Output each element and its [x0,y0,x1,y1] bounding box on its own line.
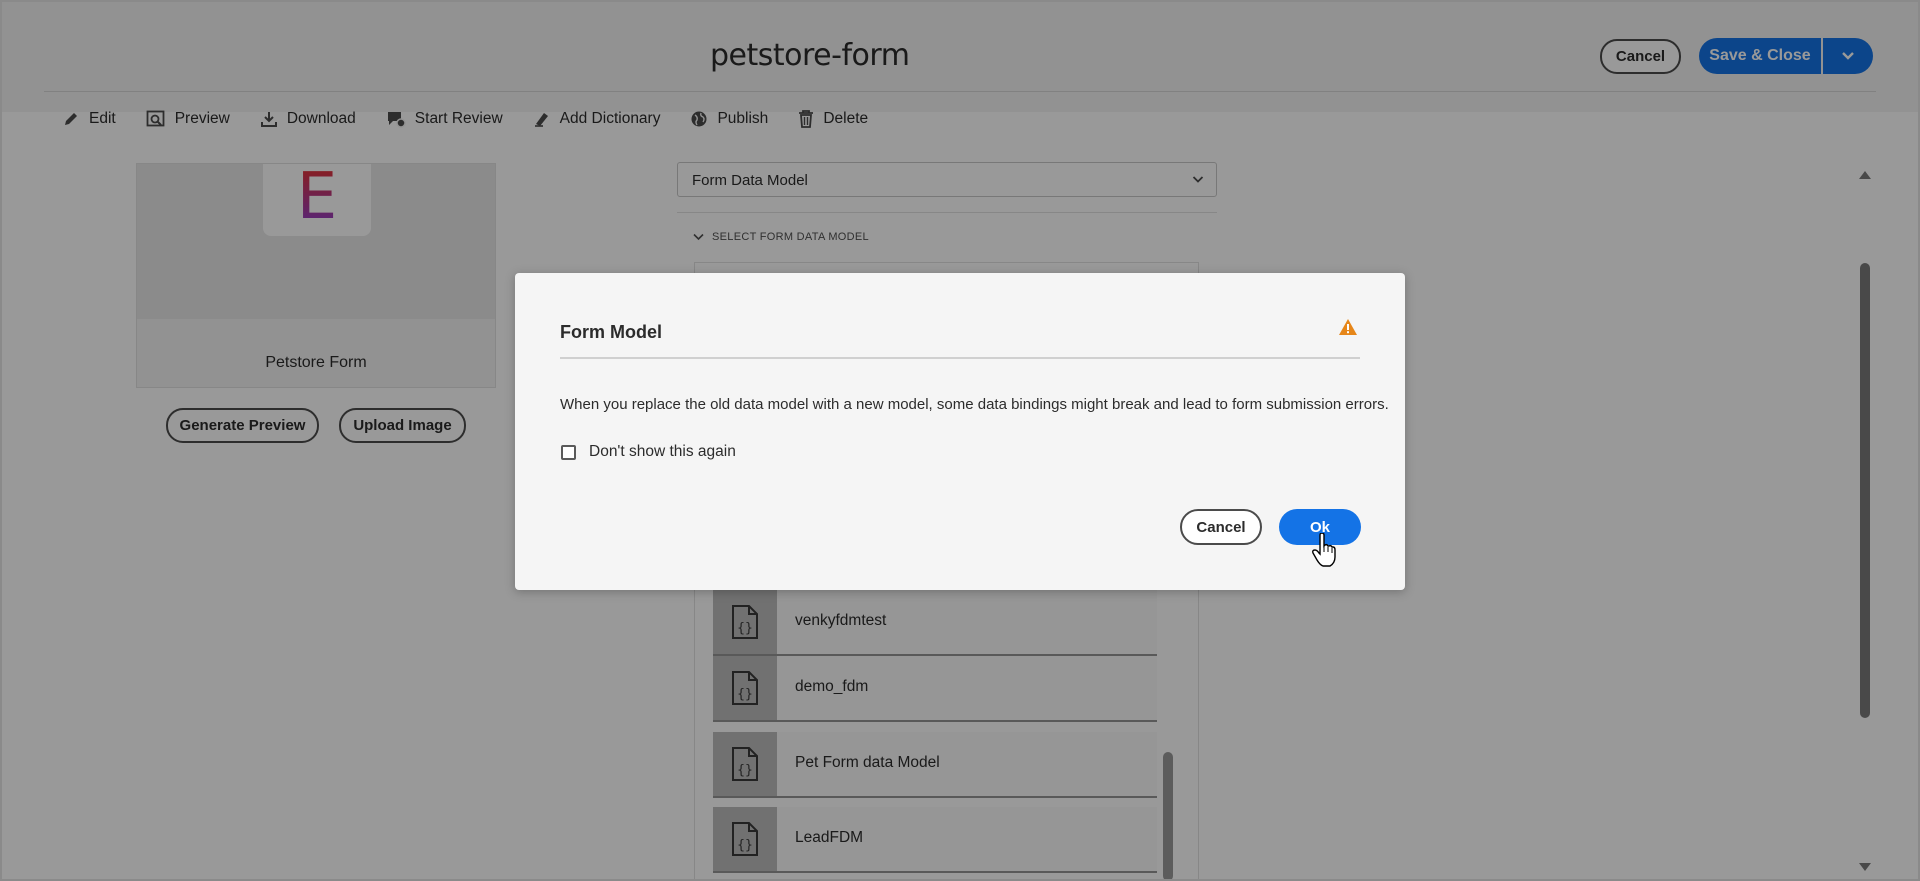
dont-show-again-checkbox[interactable]: Don't show this again [560,443,736,461]
dialog-cancel-button[interactable]: Cancel [1180,509,1262,545]
checkbox-label: Don't show this again [589,443,736,460]
alert-icon [1339,319,1357,335]
hand-cursor-icon [1312,533,1336,567]
checkbox-box[interactable] [561,444,576,460]
dialog-message: When you replace the old data model with… [560,396,1389,413]
dialog-divider [560,357,1360,359]
form-model-dialog: Form Model When you replace the old data… [515,273,1405,590]
dialog-title: Form Model [560,322,662,342]
